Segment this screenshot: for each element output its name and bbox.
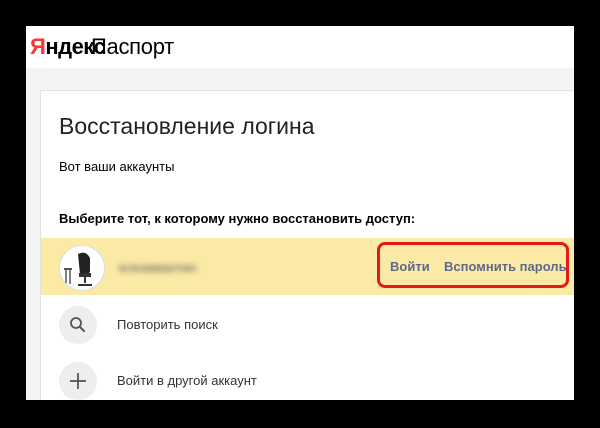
repeat-search-label: Повторить поиск bbox=[117, 317, 218, 332]
account-name: ксенимахтин bbox=[119, 260, 196, 275]
logo-initial: Я bbox=[30, 34, 46, 59]
browser-viewport: Яндекс Паспорт Восстановление логина Вот… bbox=[26, 26, 574, 400]
page-title: Восстановление логина bbox=[59, 113, 315, 139]
top-bar: Яндекс Паспорт bbox=[26, 26, 574, 68]
avatar bbox=[59, 245, 105, 291]
other-account-option[interactable]: Войти в другой аккаунт bbox=[41, 353, 574, 400]
avatar-chair-icon bbox=[60, 246, 104, 290]
other-account-label: Войти в другой аккаунт bbox=[117, 373, 257, 388]
page-subtitle: Вот ваши аккаунты bbox=[59, 159, 175, 174]
remember-password-button[interactable]: Вспомнить пароль bbox=[444, 259, 567, 274]
repeat-search-option[interactable]: Повторить поиск bbox=[41, 297, 574, 351]
instruction-text: Выберите тот, к которому нужно восстанов… bbox=[59, 211, 416, 226]
login-button[interactable]: Войти bbox=[390, 259, 430, 274]
search-icon bbox=[59, 306, 97, 344]
plus-icon bbox=[59, 362, 97, 400]
service-name: Паспорт bbox=[91, 34, 174, 59]
recovery-card: Восстановление логина Вот ваши аккаунты … bbox=[40, 90, 574, 400]
account-row: ксенимахтин Войти Вспомнить пароль bbox=[41, 238, 574, 295]
